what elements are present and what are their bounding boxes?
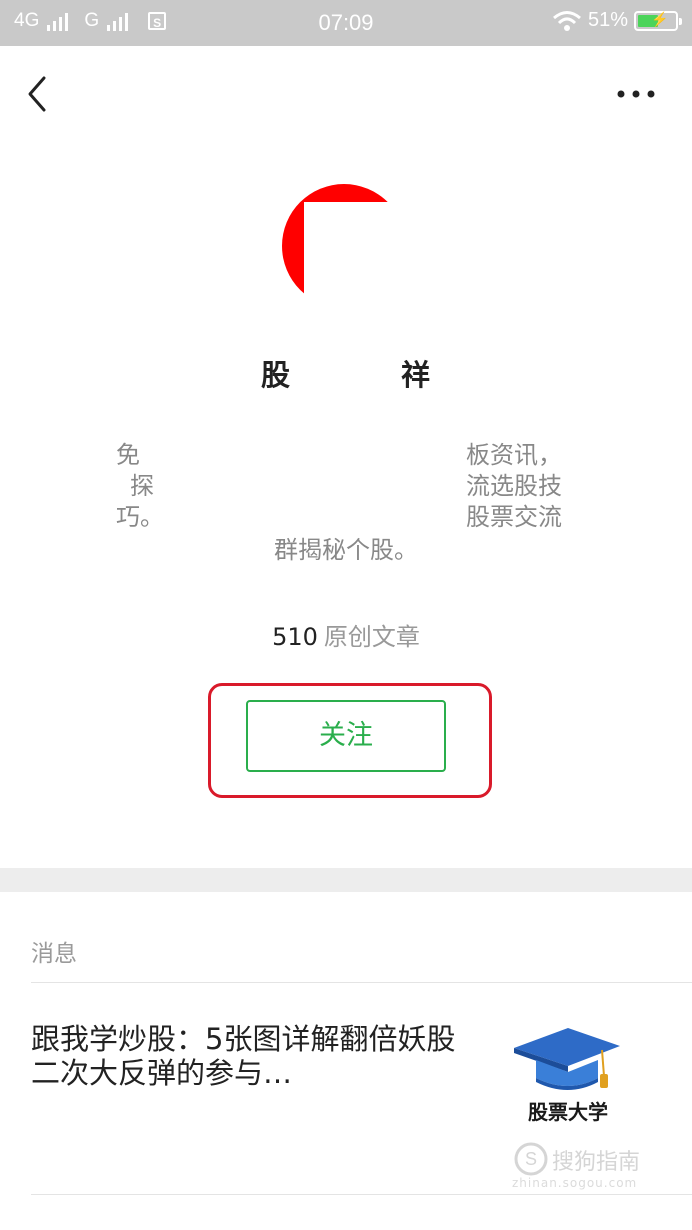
article-count-number: 510: [272, 623, 318, 651]
description-right: 板资讯， 流选股技 股票交流: [466, 440, 586, 533]
article-thumbnail[interactable]: 股票大学: [498, 1020, 638, 1140]
desc-line: 板资讯，: [466, 441, 562, 469]
desc-line: 股票交流: [466, 503, 562, 531]
watermark-text: 搜狗指南: [552, 1150, 641, 1175]
sogou-logo-icon: S: [514, 1142, 548, 1176]
status-bar: 4G G S 07:09 51% ⚡: [0, 0, 692, 46]
article-count-label: 原创文章: [323, 623, 420, 651]
avatar: [282, 184, 414, 312]
back-button[interactable]: [20, 72, 60, 116]
divider: [31, 1194, 692, 1195]
desc-line: 流选股技: [466, 472, 562, 500]
description-left: 免 探 巧。: [116, 440, 164, 533]
desc-line: 探: [130, 472, 154, 500]
account-name-end: 祥: [401, 358, 432, 392]
chevron-left-icon: [28, 76, 46, 112]
battery-percent: 51%: [587, 9, 628, 31]
desc-line: 免: [116, 441, 140, 469]
thumbnail-caption: 股票大学: [528, 1100, 608, 1124]
watermark-url: zhinan.sogou.com: [512, 1176, 638, 1190]
more-dots-icon: [617, 90, 655, 98]
follow-button[interactable]: 关注: [246, 700, 446, 772]
account-name: 股祥: [0, 352, 692, 395]
divider: [31, 982, 692, 983]
battery-icon: ⚡: [634, 10, 682, 31]
account-name-start: 股: [260, 358, 291, 392]
svg-text:S: S: [525, 1149, 537, 1169]
redaction: [291, 359, 401, 395]
desc-line: 巧。: [116, 503, 164, 531]
article-count: 510 原创文章: [0, 617, 692, 652]
article-title[interactable]: 跟我学炒股：5张图详解翻倍妖股二次大反弹的参与…: [31, 1022, 461, 1090]
wifi-icon: [553, 10, 581, 31]
section-divider: [0, 868, 692, 892]
watermark: S 搜狗指南 zhinan.sogou.com: [512, 1142, 672, 1192]
graduation-cap-icon: [514, 1028, 620, 1090]
description-center: 群揭秘个股。: [274, 536, 418, 564]
status-right: 51% ⚡: [552, 9, 682, 32]
more-button[interactable]: [612, 80, 662, 110]
messages-section-label: 消息: [31, 941, 77, 967]
